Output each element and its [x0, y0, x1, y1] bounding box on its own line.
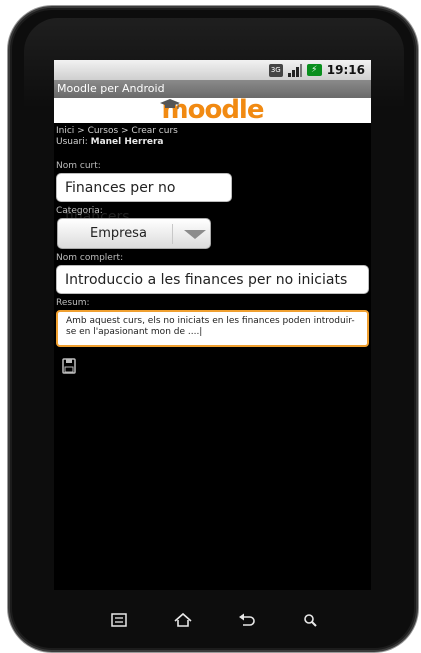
logo-bar: moodle	[54, 97, 371, 123]
user-info: Usuari: Manel Herrera	[56, 137, 371, 148]
summary-textarea[interactable]: Amb aquest curs, els no iniciats en les …	[56, 310, 369, 347]
signal-icon	[287, 63, 302, 77]
summary-label: Resum:	[56, 298, 90, 308]
select-divider	[172, 224, 173, 244]
short-name-input[interactable]: Finances per no financers	[56, 173, 232, 225]
full-name-input[interactable]: Introduccio a les finances per no inicia…	[56, 265, 369, 294]
user-name: Manel Herrera	[90, 137, 164, 147]
breadcrumb[interactable]: Inici > Cursos > Crear curs	[56, 126, 371, 137]
status-time: 19:16	[326, 63, 365, 77]
user-label: Usuari:	[56, 137, 88, 147]
android-nav-bar	[54, 606, 371, 634]
category-value: Empresa	[90, 226, 147, 241]
save-icon[interactable]	[62, 358, 76, 374]
menu-icon[interactable]	[108, 612, 130, 628]
back-icon[interactable]	[236, 612, 258, 628]
course-form: Inici > Cursos > Crear curs Usuari: Mane…	[54, 123, 371, 378]
short-name-label: Nom curt:	[56, 161, 101, 171]
status-bar: 3G ⚡ 19:16	[54, 60, 371, 80]
chevron-down-icon	[184, 230, 206, 239]
network-3g-icon: 3G	[268, 63, 283, 77]
full-name-label: Nom complert:	[56, 253, 124, 263]
category-select[interactable]: Empresa	[57, 218, 211, 249]
search-icon[interactable]	[300, 612, 322, 628]
screen: 3G ⚡ 19:16 Moodle per Android moodle Ini…	[54, 60, 371, 590]
home-icon[interactable]	[172, 612, 194, 628]
graduation-cap-icon	[160, 99, 180, 109]
battery-icon: ⚡	[306, 64, 322, 76]
